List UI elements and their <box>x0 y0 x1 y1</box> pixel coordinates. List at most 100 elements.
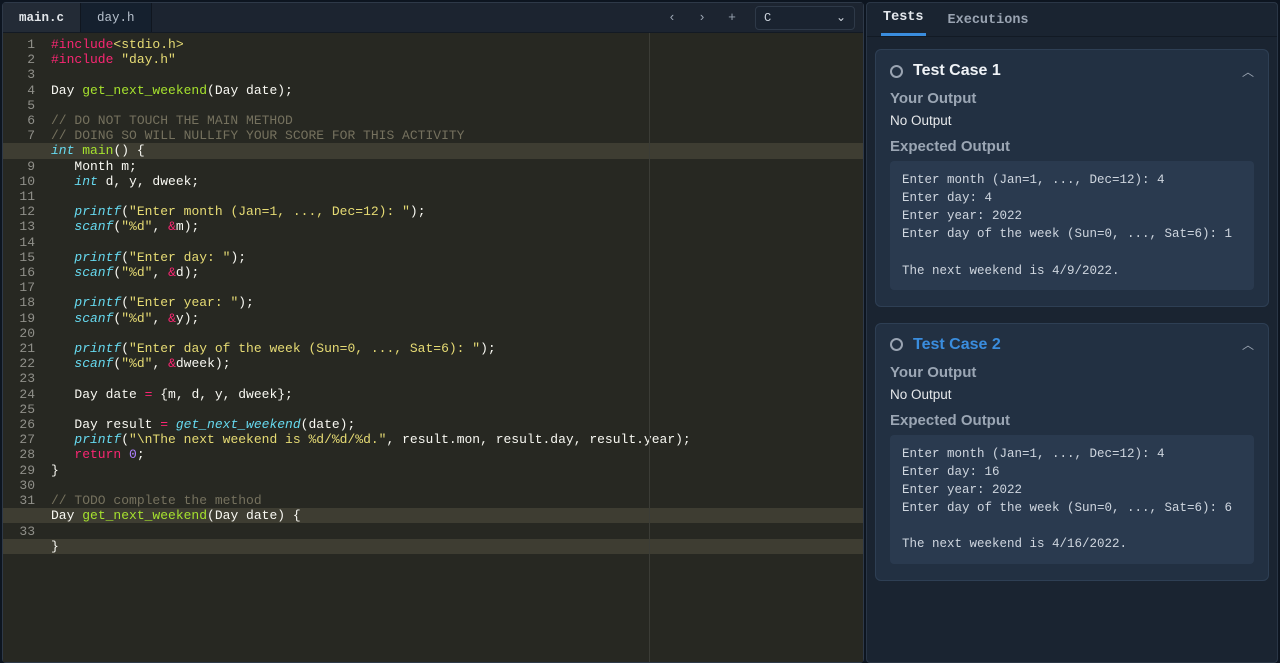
code-line[interactable] <box>51 280 859 295</box>
line-number: 17 <box>3 280 45 295</box>
code-line[interactable] <box>51 326 859 341</box>
your-output-value: No Output <box>890 113 1254 128</box>
line-number: 7 <box>3 128 45 143</box>
line-number: 28 <box>3 447 45 462</box>
code-line[interactable] <box>51 371 859 386</box>
chevron-up-icon[interactable]: ︿ <box>1242 63 1254 80</box>
file-tab-day-h[interactable]: day.h <box>81 3 152 32</box>
test-case-header[interactable]: Test Case 2 ︿ <box>890 336 1254 354</box>
line-number: 25 <box>3 402 45 417</box>
code-line[interactable]: printf("\nThe next weekend is %d/%d/%d."… <box>51 432 859 447</box>
prev-tab-button[interactable]: ‹ <box>659 6 685 30</box>
line-number: 16 <box>3 265 45 280</box>
code-line[interactable]: Day date = {m, d, y, dweek}; <box>51 387 859 402</box>
your-output-value: No Output <box>890 387 1254 402</box>
line-number: 5 <box>3 98 45 113</box>
line-number: 11 <box>3 189 45 204</box>
code-line[interactable] <box>51 402 859 417</box>
code-line[interactable]: Day get_next_weekend(Day date); <box>51 83 859 98</box>
code-line[interactable]: Month m; <box>51 159 859 174</box>
code-line[interactable]: #include "day.h" <box>51 52 859 67</box>
side-panel: Tests Executions Test Case 1 ︿ Your Output N… <box>866 2 1278 663</box>
code-line[interactable]: printf("Enter year: "); <box>51 295 859 310</box>
code-line[interactable]: scanf("%d", &m); <box>51 219 859 234</box>
line-number: 4 <box>3 83 45 98</box>
line-number: 30 <box>3 478 45 493</box>
language-select[interactable]: C ⌄ <box>755 6 855 30</box>
code-line[interactable] <box>51 67 859 82</box>
line-number: 13 <box>3 219 45 234</box>
expected-output-label: Expected Output <box>890 138 1254 155</box>
tab-actions: ‹ › + C ⌄ <box>659 3 863 32</box>
file-tab-main-c[interactable]: main.c <box>3 3 81 32</box>
line-number: 33 <box>3 524 45 539</box>
next-tab-button[interactable]: › <box>689 6 715 30</box>
code-area[interactable]: 1234567891011121314151617181920212223242… <box>3 33 863 662</box>
file-tabs: main.cday.h <box>3 3 659 32</box>
line-number: 14 <box>3 235 45 250</box>
line-number: 26 <box>3 417 45 432</box>
code-line[interactable]: // TODO complete the method <box>51 493 859 508</box>
line-number: 20 <box>3 326 45 341</box>
expected-output-value: Enter month (Jan=1, ..., Dec=12): 4 Ente… <box>890 435 1254 564</box>
code-line[interactable]: printf("Enter day: "); <box>51 250 859 265</box>
line-number: 22 <box>3 356 45 371</box>
code-content[interactable]: #include<stdio.h>#include "day.h" Day ge… <box>45 33 863 662</box>
code-line[interactable] <box>51 98 859 113</box>
test-case-header[interactable]: Test Case 1 ︿ <box>890 62 1254 80</box>
line-number: 31 <box>3 493 45 508</box>
side-tab-executions[interactable]: Executions <box>946 5 1031 36</box>
line-number: 24 <box>3 387 45 402</box>
line-number: 21 <box>3 341 45 356</box>
code-line[interactable]: printf("Enter day of the week (Sun=0, ..… <box>51 341 859 356</box>
code-line[interactable] <box>51 189 859 204</box>
line-number: 6 <box>3 113 45 128</box>
code-line[interactable]: printf("Enter month (Jan=1, ..., Dec=12)… <box>51 204 859 219</box>
line-number: 3 <box>3 67 45 82</box>
code-line[interactable]: } <box>51 463 859 478</box>
your-output-label: Your Output <box>890 364 1254 381</box>
line-number: 29 <box>3 463 45 478</box>
add-tab-button[interactable]: + <box>719 6 745 30</box>
test-case-title: Test Case 2 <box>890 336 1001 354</box>
side-tab-tests[interactable]: Tests <box>881 2 926 36</box>
editor-pane: main.cday.h ‹ › + C ⌄ 123456789101112131… <box>2 2 864 663</box>
line-number: 18 <box>3 295 45 310</box>
line-number: 1 <box>3 37 45 52</box>
code-line[interactable]: scanf("%d", &d); <box>51 265 859 280</box>
code-line[interactable] <box>51 524 859 539</box>
test-case-card: Test Case 2 ︿ Your Output No Output Expected… <box>875 323 1269 581</box>
line-number: 19 <box>3 311 45 326</box>
code-line[interactable] <box>51 478 859 493</box>
tests-body[interactable]: Test Case 1 ︿ Your Output No Output Expected… <box>867 37 1277 662</box>
code-line[interactable]: int main() { <box>51 143 859 158</box>
line-number: 10 <box>3 174 45 189</box>
test-case-title: Test Case 1 <box>890 62 1001 80</box>
test-case-card: Test Case 1 ︿ Your Output No Output Expected… <box>875 49 1269 307</box>
code-line[interactable]: scanf("%d", &dweek); <box>51 356 859 371</box>
line-number: 2 <box>3 52 45 67</box>
code-line[interactable] <box>51 235 859 250</box>
language-label: C <box>764 11 771 25</box>
line-number: 27 <box>3 432 45 447</box>
code-line[interactable]: Day get_next_weekend(Day date) { <box>51 508 859 523</box>
code-line[interactable]: return 0; <box>51 447 859 462</box>
your-output-label: Your Output <box>890 90 1254 107</box>
chevron-up-icon[interactable]: ︿ <box>1242 336 1254 353</box>
code-line[interactable]: #include<stdio.h> <box>51 37 859 52</box>
expected-output-label: Expected Output <box>890 412 1254 429</box>
line-number: 23 <box>3 371 45 386</box>
code-line[interactable]: scanf("%d", &y); <box>51 311 859 326</box>
side-tabs: Tests Executions <box>867 3 1277 37</box>
status-circle-icon <box>890 65 903 78</box>
code-line[interactable]: } <box>51 539 859 554</box>
line-number: 12 <box>3 204 45 219</box>
code-line[interactable]: Day result = get_next_weekend(date); <box>51 417 859 432</box>
status-circle-icon <box>890 338 903 351</box>
line-number: 15 <box>3 250 45 265</box>
expected-output-value: Enter month (Jan=1, ..., Dec=12): 4 Ente… <box>890 161 1254 290</box>
code-line[interactable]: // DOING SO WILL NULLIFY YOUR SCORE FOR … <box>51 128 859 143</box>
code-line[interactable]: // DO NOT TOUCH THE MAIN METHOD <box>51 113 859 128</box>
code-line[interactable]: int d, y, dweek; <box>51 174 859 189</box>
line-gutter: 1234567891011121314151617181920212223242… <box>3 33 45 662</box>
